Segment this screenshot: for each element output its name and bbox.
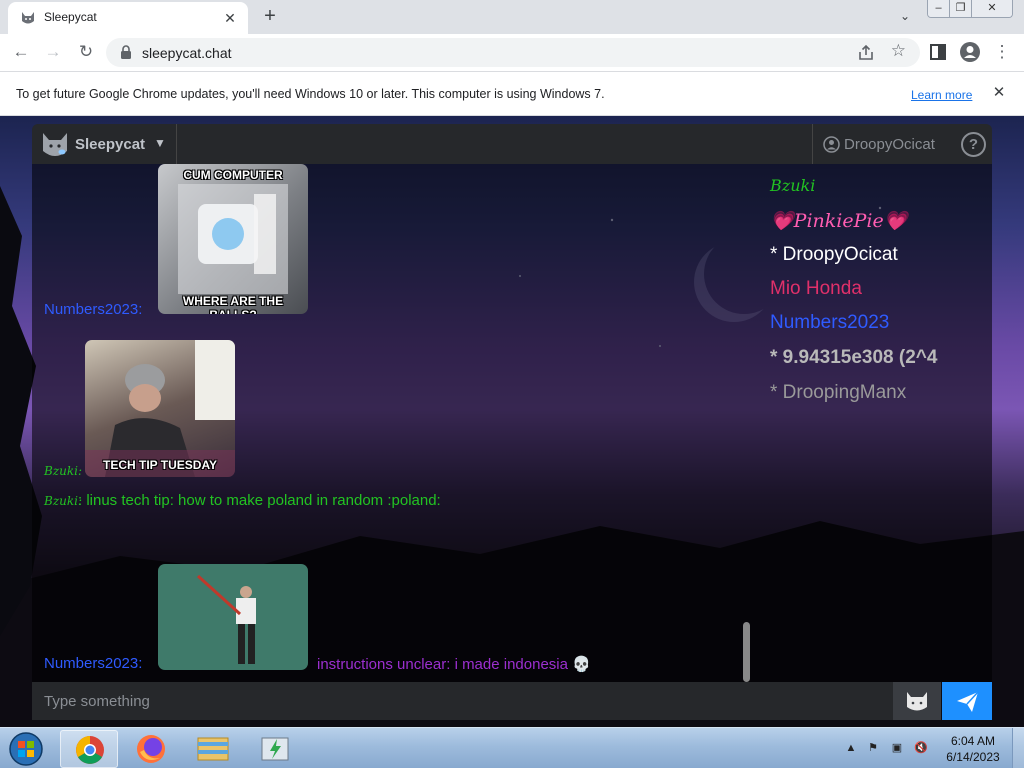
url-text: sleepycat.chat bbox=[142, 45, 232, 61]
new-tab-button[interactable]: + bbox=[258, 5, 282, 29]
tray-expand-icon[interactable]: ▲ bbox=[842, 738, 860, 758]
app-header: Sleepycat ▼ DroopyOcicat ? bbox=[32, 124, 992, 164]
chat-image[interactable]: TECH TIP TUESDAY bbox=[85, 340, 235, 477]
tab-title: Sleepycat bbox=[44, 10, 97, 24]
restore-button[interactable]: ❐ bbox=[950, 0, 972, 17]
userlist-item[interactable]: 💗PinkiePie💗 bbox=[770, 209, 907, 232]
chrome-icon bbox=[76, 736, 104, 764]
learn-more-link[interactable]: Learn more bbox=[911, 88, 972, 102]
pc-case-picture bbox=[178, 184, 288, 294]
userlist-item[interactable]: * 9.94315e308 (2^4 bbox=[770, 347, 937, 369]
brand-name: Sleepycat bbox=[75, 136, 146, 153]
close-window-button[interactable]: ✕ bbox=[972, 0, 1012, 17]
browser-tab[interactable]: Sleepycat ✕ bbox=[8, 2, 248, 34]
cat-icon bbox=[22, 12, 34, 24]
chat-scrollbar[interactable] bbox=[743, 622, 750, 682]
brand-menu[interactable]: Sleepycat ▼ bbox=[32, 124, 177, 164]
folder-icon bbox=[197, 737, 229, 761]
taskbar-firefox[interactable] bbox=[122, 730, 180, 768]
action-center-flag-icon[interactable]: ⚑ bbox=[864, 738, 882, 758]
person-picture bbox=[85, 340, 235, 477]
chrome-titlebar: Sleepycat ✕ + ⌄ – ❐ ✕ bbox=[0, 0, 1024, 34]
composer bbox=[32, 682, 992, 720]
sleepycat-app: Sleepycat ▼ DroopyOcicat ? CUM COMPUTER … bbox=[32, 124, 992, 720]
clock-time[interactable]: 6:04 AM bbox=[944, 734, 1002, 748]
userlist-item[interactable]: Bzuki bbox=[770, 176, 815, 195]
message-text: instructions unclear: i made indonesia 💀 bbox=[317, 656, 591, 673]
man-with-bat-picture bbox=[196, 574, 256, 664]
side-panel-icon[interactable] bbox=[926, 40, 950, 64]
chat-image[interactable] bbox=[158, 564, 308, 670]
message-author[interactable]: Bzuki: bbox=[44, 494, 82, 508]
lock-icon bbox=[121, 45, 131, 59]
window-controls: – ❐ ✕ bbox=[927, 0, 1013, 18]
message-author[interactable]: Numbers2023: bbox=[44, 655, 142, 672]
userlist-item[interactable]: * DroopingManx bbox=[770, 382, 906, 404]
userlist-item[interactable]: * DroopyOcicat bbox=[770, 244, 898, 266]
message-input[interactable] bbox=[32, 682, 893, 720]
chevron-down-icon[interactable]: ⌄ bbox=[895, 6, 915, 26]
close-tab-icon[interactable]: ✕ bbox=[220, 8, 240, 28]
image-caption-bottom: WHERE ARE THE BALLS? bbox=[182, 294, 284, 314]
taskbar-explorer[interactable] bbox=[184, 730, 242, 768]
network-icon[interactable]: ▣ bbox=[888, 738, 906, 758]
cat-logo-icon bbox=[43, 133, 67, 156]
current-user[interactable]: DroopyOcicat bbox=[812, 124, 948, 164]
current-username: DroopyOcicat bbox=[844, 136, 935, 153]
back-icon[interactable]: ← bbox=[9, 40, 33, 64]
forward-icon[interactable]: → bbox=[41, 40, 65, 64]
clock-date[interactable]: 6/14/2023 bbox=[944, 750, 1002, 764]
bookmark-star-icon[interactable]: ☆ bbox=[891, 41, 906, 61]
share-icon[interactable] bbox=[856, 43, 876, 63]
minimize-button[interactable]: – bbox=[928, 0, 950, 17]
cat-face-icon bbox=[907, 692, 927, 711]
image-caption-top: CUM COMPUTER bbox=[183, 168, 283, 182]
menu-kebab-icon[interactable]: ⋮ bbox=[990, 40, 1014, 64]
chat-image[interactable]: CUM COMPUTER WHERE ARE THE BALLS? bbox=[158, 164, 308, 314]
chat-area: CUM COMPUTER WHERE ARE THE BALLS? Number… bbox=[32, 164, 992, 682]
caret-down-icon: ▼ bbox=[154, 136, 166, 150]
online-user-list: Bzuki 💗PinkiePie💗 * DroopyOcicat Mio Hon… bbox=[770, 164, 992, 424]
installer-icon bbox=[261, 737, 289, 761]
browser-toolbar: ← → ↻ sleepycat.chat ☆ ⋮ bbox=[0, 34, 1024, 71]
infobar-message: To get future Google Chrome updates, you… bbox=[16, 87, 605, 101]
address-bar[interactable]: sleepycat.chat ☆ bbox=[106, 38, 920, 67]
taskbar-chrome[interactable] bbox=[60, 730, 118, 768]
message-author[interactable]: Bzuki: bbox=[44, 464, 82, 478]
show-desktop-button[interactable] bbox=[1012, 728, 1024, 768]
page-viewport: Sleepycat ▼ DroopyOcicat ? CUM COMPUTER … bbox=[0, 116, 1024, 727]
profile-icon[interactable] bbox=[958, 40, 982, 64]
userlist-item[interactable]: Mio Honda bbox=[770, 278, 862, 300]
windows-start-button[interactable] bbox=[6, 730, 46, 768]
message-author[interactable]: Numbers2023: bbox=[44, 301, 142, 318]
windows-taskbar: ▲ ⚑ ▣ 🔇 6:04 AM 6/14/2023 bbox=[0, 727, 1024, 768]
message-text: : linus tech tip: how to make poland in … bbox=[78, 492, 441, 509]
close-infobar-icon[interactable]: ✕ bbox=[990, 84, 1008, 102]
emoji-button[interactable] bbox=[893, 682, 941, 720]
help-button[interactable]: ? bbox=[961, 132, 986, 157]
reload-icon[interactable]: ↻ bbox=[74, 40, 98, 64]
send-icon bbox=[957, 691, 979, 712]
taskbar-installer[interactable] bbox=[246, 730, 304, 768]
firefox-icon bbox=[137, 735, 165, 763]
user-circle-icon bbox=[823, 136, 840, 153]
image-caption-bottom: TECH TIP TUESDAY bbox=[102, 458, 218, 472]
send-button[interactable] bbox=[942, 682, 992, 720]
volume-muted-icon[interactable]: 🔇 bbox=[912, 738, 930, 758]
userlist-item[interactable]: Numbers2023 bbox=[770, 312, 889, 334]
update-infobar: To get future Google Chrome updates, you… bbox=[0, 71, 1024, 116]
